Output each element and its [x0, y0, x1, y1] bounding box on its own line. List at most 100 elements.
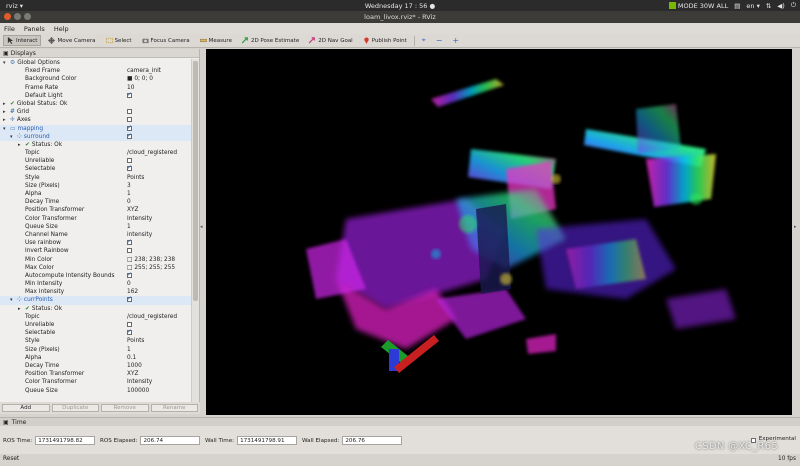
display-tree-row[interactable]: ▸ ✔ Status: Ok	[0, 305, 192, 313]
add-display-button[interactable]: Add	[2, 404, 50, 412]
reset-button[interactable]: Reset	[3, 456, 19, 462]
power-icon[interactable]: ⏻	[791, 1, 796, 10]
display-tree-row[interactable]: Use rainbow	[0, 238, 192, 247]
display-tree-row[interactable]: Channel Name intensity	[0, 231, 192, 239]
focus-camera-tool-button[interactable]: Focus Camera	[139, 35, 193, 46]
display-tree-row[interactable]: ▾ ⁘ currPoints	[0, 295, 192, 305]
menu-panels[interactable]: Panels	[24, 25, 45, 33]
display-property-value[interactable]: Intensity	[127, 378, 152, 386]
display-tree-row[interactable]: Selectable	[0, 328, 192, 337]
display-tree-row[interactable]: Max Intensity 162	[0, 288, 192, 296]
display-tree-row[interactable]: Max Color □ 255; 255; 255	[0, 264, 192, 272]
expand-arrow-icon[interactable]: ▾	[10, 296, 13, 304]
display-checkbox[interactable]	[127, 328, 132, 336]
display-checkbox[interactable]	[127, 164, 132, 173]
display-tree-row[interactable]: ▾ ⁘ surround	[0, 132, 192, 141]
display-property-value[interactable]: Intensity	[127, 215, 152, 223]
display-tree-row[interactable]: ▾ ⚙ Global Options	[0, 59, 192, 67]
displays-tree[interactable]: ▾ ⚙ Global Options Fixed Frame camera_init B…	[0, 59, 192, 402]
display-tree-row[interactable]: Decay Time 1000	[0, 362, 192, 370]
expand-arrow-icon[interactable]: ▸	[3, 100, 6, 108]
display-checkbox[interactable]	[127, 295, 132, 304]
right-splitter[interactable]: ▸	[792, 49, 800, 415]
display-property-value[interactable]: 1000	[127, 362, 142, 370]
select-tool-button[interactable]: Select	[103, 35, 135, 46]
display-property-value[interactable]: camera_init	[127, 67, 161, 75]
scrollbar-thumb[interactable]	[193, 61, 198, 301]
display-tree-row[interactable]: ▸ # Grid	[0, 108, 192, 116]
expand-arrow-icon[interactable]: ▸	[18, 305, 21, 313]
display-property-value[interactable]: 3	[127, 182, 131, 190]
display-tree-row[interactable]: Color Transformer Intensity	[0, 378, 192, 386]
3d-render-view[interactable]	[206, 49, 792, 415]
rename-display-button[interactable]: Rename	[150, 404, 198, 412]
display-property-value[interactable]: Points	[127, 174, 144, 182]
display-tree-row[interactable]: ▾ ▭ mapping	[0, 124, 192, 133]
clipboard-icon[interactable]: ▤	[734, 2, 740, 10]
display-property-value[interactable]: 1	[127, 190, 131, 198]
remove-display-button[interactable]: Remove	[101, 404, 149, 412]
display-tree-row[interactable]: Queue Size 100000	[0, 387, 192, 395]
expand-arrow-icon[interactable]: ▸	[3, 116, 6, 124]
tool-options-button[interactable]: ⌖	[419, 35, 429, 46]
display-property-value[interactable]	[127, 164, 132, 173]
display-property-value[interactable]	[127, 247, 132, 255]
publish-point-tool-button[interactable]: Publish Point	[360, 35, 410, 46]
display-checkbox[interactable]	[127, 132, 132, 140]
display-tree-row[interactable]: Frame Rate 10	[0, 84, 192, 92]
display-tree-row[interactable]: Style Points	[0, 337, 192, 345]
display-checkbox[interactable]	[127, 91, 132, 99]
ros-elapsed-value[interactable]: 206.74	[140, 436, 201, 445]
ros-time-value[interactable]: 1731491798.82	[35, 436, 96, 445]
display-checkbox[interactable]	[127, 322, 132, 327]
display-tree-row[interactable]: Size (Pixels) 1	[0, 346, 192, 354]
displays-scrollbar[interactable]	[191, 59, 199, 402]
interact-tool-button[interactable]: Interact	[3, 35, 42, 46]
display-property-value[interactable]	[127, 108, 132, 116]
display-property-value[interactable]	[127, 91, 132, 100]
display-property-value[interactable]: /cloud_registered	[127, 313, 177, 321]
pose-estimate-tool-button[interactable]: 2D Pose Estimate	[239, 35, 302, 46]
display-property-value[interactable]: 0	[127, 198, 131, 206]
display-property-value[interactable]: /cloud_registered	[127, 149, 177, 157]
expand-arrow-icon[interactable]: ▾	[3, 125, 6, 133]
display-property-value[interactable]	[127, 271, 132, 280]
menu-help[interactable]: Help	[54, 25, 69, 33]
display-tree-row[interactable]: Size (Pixels) 3	[0, 182, 192, 190]
display-property-value[interactable]: Points	[127, 337, 144, 345]
display-checkbox[interactable]	[127, 109, 132, 115]
display-checkbox[interactable]	[127, 117, 132, 123]
display-tree-row[interactable]: Min Intensity 0	[0, 280, 192, 288]
display-checkbox[interactable]	[127, 248, 132, 254]
remove-tool-button[interactable]: −	[433, 35, 446, 46]
display-tree-row[interactable]: Fixed Frame camera_init	[0, 67, 192, 75]
wall-time-value[interactable]: 1731491798.91	[237, 436, 298, 445]
language-indicator[interactable]: en ▾	[746, 2, 759, 10]
display-tree-row[interactable]: Unreliable	[0, 157, 192, 165]
display-tree-row[interactable]: ▸ ✛ Axes	[0, 116, 192, 124]
display-tree-row[interactable]: ▸ ✔ Global Status: Ok	[0, 100, 192, 108]
display-property-value[interactable]: 1	[127, 223, 131, 231]
display-property-value[interactable]	[127, 328, 132, 337]
display-tree-row[interactable]: Default Light	[0, 91, 192, 100]
display-tree-row[interactable]: Style Points	[0, 174, 192, 182]
collapse-right-icon[interactable]: ▸	[794, 224, 797, 230]
collapse-left-icon[interactable]: ◂	[200, 224, 203, 230]
display-property-value[interactable]: XYZ	[127, 206, 138, 214]
display-tree-row[interactable]: ▸ ✔ Status: Ok	[0, 141, 192, 149]
display-tree-row[interactable]: Alpha 1	[0, 190, 192, 198]
measure-tool-button[interactable]: Measure	[197, 35, 235, 46]
network-icon[interactable]: ⇅	[766, 2, 771, 10]
expand-arrow-icon[interactable]: ▸	[3, 108, 6, 116]
display-tree-row[interactable]: Autocompute Intensity Bounds	[0, 271, 192, 280]
display-checkbox[interactable]	[127, 124, 132, 132]
display-property-value[interactable]	[127, 238, 132, 247]
display-checkbox[interactable]	[127, 271, 132, 279]
display-property-value[interactable]: 0.1	[127, 354, 136, 362]
expand-arrow-icon[interactable]: ▸	[18, 141, 21, 149]
display-tree-row[interactable]: Queue Size 1	[0, 223, 192, 231]
display-tree-row[interactable]: Position Transformer XYZ	[0, 206, 192, 214]
display-property-value[interactable]: 1	[127, 346, 131, 354]
nvidia-mode-indicator[interactable]: MODE 30W ALL	[668, 2, 728, 10]
display-tree-row[interactable]: Invert Rainbow	[0, 247, 192, 255]
